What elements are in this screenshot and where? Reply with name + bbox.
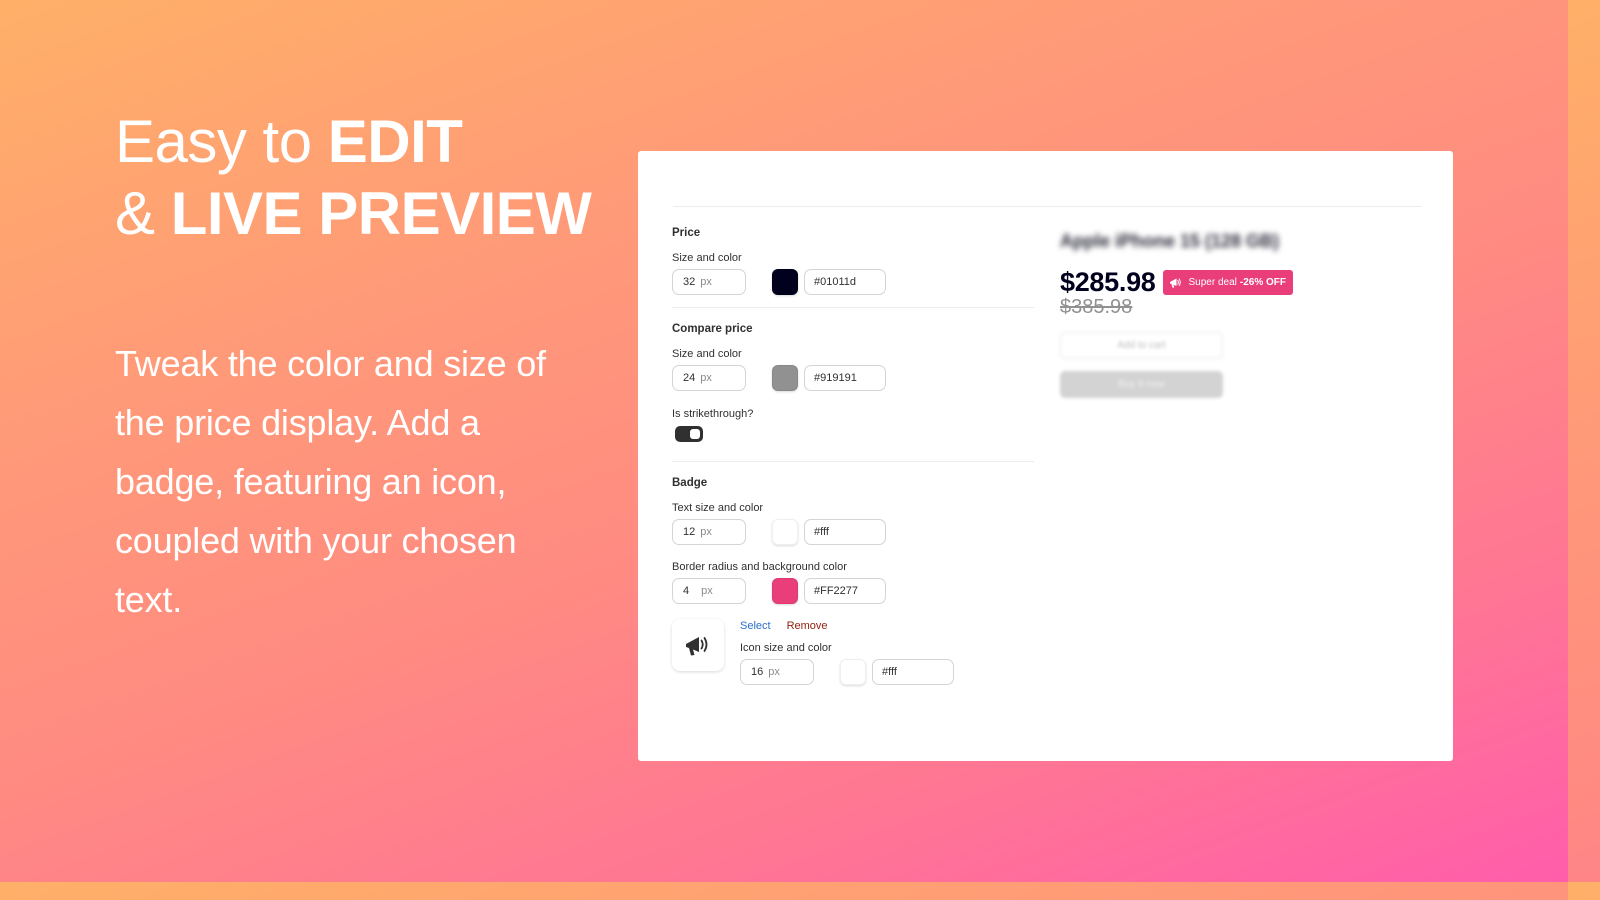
headline-bold-text: LIVE PREVIEW: [170, 180, 592, 247]
product-title: Apple iPhone 15 (128 GB): [1060, 231, 1280, 251]
megaphone-icon: [686, 637, 708, 656]
preview-compare-price: $385.98: [1060, 296, 1133, 318]
headline-bold-text: EDIT: [327, 108, 463, 175]
unit-suffix: px: [700, 372, 712, 384]
input-value: 24: [683, 372, 696, 384]
input-value: 32: [683, 276, 696, 288]
badge-text-color-swatch[interactable]: [772, 519, 798, 545]
price-size-color-row: 32 px #01011d: [672, 269, 1034, 295]
icon-settings: Select Remove Icon size and color 16 px #f…: [740, 619, 954, 685]
icon-color-swatch[interactable]: [840, 659, 866, 685]
badge-text-color-hex-input[interactable]: #fff: [804, 519, 886, 545]
live-preview: Apple iPhone 15 (128 GB) $285.98 Super d…: [1060, 231, 1380, 398]
icon-size-input[interactable]: 16 px: [740, 659, 814, 685]
compare-size-input[interactable]: 24 px: [672, 365, 746, 391]
headline-light-text: Easy to: [115, 108, 328, 175]
megaphone-icon: [1169, 278, 1181, 288]
input-value: 16: [751, 666, 764, 678]
add-to-cart-button[interactable]: Add to cart: [1060, 332, 1223, 359]
price-color-hex-input[interactable]: #01011d: [804, 269, 886, 295]
settings-form: Price Size and color 32 px #01011d Compar…: [672, 227, 1034, 685]
icon-color-hex-input[interactable]: #fff: [872, 659, 954, 685]
field-label: Size and color: [672, 348, 742, 360]
field-label: Icon size and color: [740, 642, 832, 654]
badge-bg-color-hex-input[interactable]: #FF2277: [804, 578, 886, 604]
input-value: 4: [683, 585, 690, 597]
hero-section: Easy to EDIT & LIVE PREVIEW Tweak the co…: [115, 106, 595, 629]
badge-text-row: 12 px #fff: [672, 519, 1034, 545]
buy-now-button[interactable]: Buy it now: [1060, 371, 1223, 398]
section-title-compare-price: Compare price: [672, 323, 753, 335]
price-color-swatch[interactable]: [772, 269, 798, 295]
price-size-input[interactable]: 32 px: [672, 269, 746, 295]
headline-light-text: &: [115, 180, 171, 247]
badge-border-row: 4 px #FF2277: [672, 578, 1034, 604]
unit-suffix: px: [700, 276, 712, 288]
badge-text-size-input[interactable]: 12 px: [672, 519, 746, 545]
unit-suffix: px: [701, 585, 713, 597]
icon-size-color-row: 16 px #fff: [740, 659, 954, 685]
settings-panel: Price Size and color 32 px #01011d Compar…: [638, 151, 1453, 761]
select-icon-link[interactable]: Select: [740, 620, 771, 632]
input-value: 12: [683, 526, 696, 538]
toggle-knob: [690, 429, 700, 439]
badge-discount: -26% OFF: [1239, 277, 1286, 288]
icon-preview-tile[interactable]: [672, 619, 724, 671]
badge-icon-row: Select Remove Icon size and color 16 px #f…: [672, 619, 1034, 685]
icon-actions: Select Remove: [740, 620, 954, 632]
hero-description: Tweak the color and size of the price di…: [115, 343, 546, 620]
badge-text: Super deal: [1188, 277, 1237, 288]
headline-line-1: Easy to EDIT: [115, 106, 595, 178]
strikethrough-toggle[interactable]: [675, 426, 703, 442]
remove-icon-link[interactable]: Remove: [787, 620, 828, 632]
headline-line-2: & LIVE PREVIEW: [115, 178, 595, 250]
unit-suffix: px: [768, 666, 780, 678]
field-label: Size and color: [672, 252, 742, 264]
compare-color-hex-input[interactable]: #919191: [804, 365, 886, 391]
compare-color-swatch[interactable]: [772, 365, 798, 391]
price-row: $285.98 Super deal -26% OFF: [1060, 267, 1380, 298]
field-label: Border radius and background color: [672, 561, 847, 573]
section-title-price: Price: [672, 227, 701, 239]
compare-size-color-row: 24 px #919191: [672, 365, 1034, 391]
unit-suffix: px: [700, 526, 712, 538]
field-label: Is strikethrough?: [672, 408, 754, 420]
badge-bg-color-swatch[interactable]: [772, 578, 798, 604]
divider: [673, 206, 1422, 207]
field-label: Text size and color: [672, 502, 764, 514]
headline: Easy to EDIT & LIVE PREVIEW: [115, 106, 595, 250]
badge-radius-input[interactable]: 4 px: [672, 578, 746, 604]
divider: [672, 307, 1034, 308]
divider: [672, 461, 1034, 462]
section-title-badge: Badge: [672, 477, 708, 489]
preview-price: $285.98: [1060, 267, 1156, 297]
preview-badge: Super deal -26% OFF: [1162, 270, 1293, 295]
